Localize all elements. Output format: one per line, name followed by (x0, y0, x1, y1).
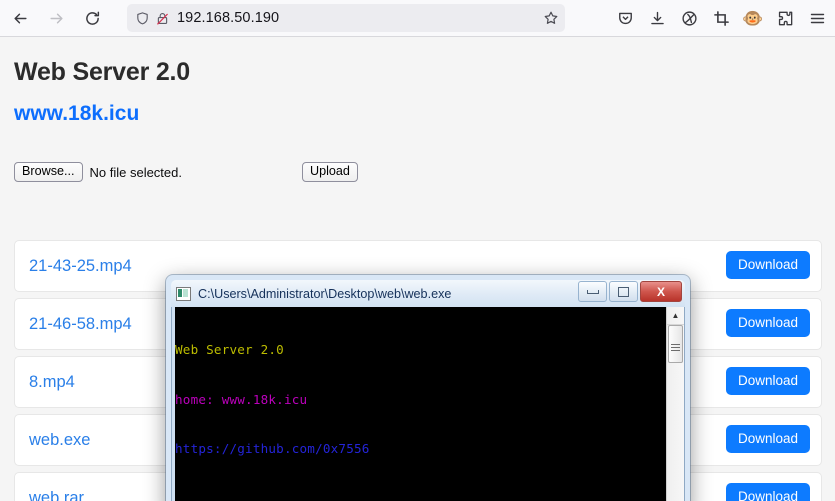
back-button[interactable] (4, 2, 36, 34)
monkey-glyph: 🐵 (742, 9, 764, 28)
upload-button[interactable]: Upload (302, 161, 358, 183)
browse-button[interactable]: Browse... (14, 161, 83, 183)
console-line: Web Server 2.0 (175, 342, 284, 357)
monkey-avatar-icon[interactable]: 🐵 (737, 3, 769, 35)
close-button[interactable]: X (640, 281, 682, 302)
console-body[interactable]: Web Server 2.0 home: www.18k.icu https:/… (171, 307, 685, 501)
page-title: Web Server 2.0 (14, 58, 191, 86)
download-button[interactable]: Download (725, 483, 810, 501)
pocket-icon[interactable] (609, 3, 641, 35)
console-line: home: www.18k.icu (175, 391, 308, 407)
toolbar-icons: 🐵 (609, 0, 833, 37)
maximize-button[interactable] (609, 281, 638, 302)
url-text[interactable]: 192.168.50.190 (177, 10, 543, 26)
extensions-icon[interactable] (769, 3, 801, 35)
forward-button[interactable] (40, 2, 72, 34)
downloads-icon[interactable] (641, 3, 673, 35)
file-link[interactable]: 8.mp4 (29, 373, 75, 392)
shield-icon[interactable] (135, 11, 150, 26)
console-title-bar[interactable]: C:\Users\Administrator\Desktop\web\web.e… (171, 280, 685, 307)
download-button[interactable]: Download (725, 251, 810, 279)
scroll-up-arrow[interactable]: ▲ (667, 307, 684, 325)
file-link[interactable]: web.rar (29, 489, 84, 501)
window-buttons: X (576, 281, 682, 302)
url-bar[interactable]: 192.168.50.190 (127, 4, 565, 32)
file-link[interactable]: web.exe (29, 431, 90, 450)
file-status-label: No file selected. (89, 164, 183, 180)
hamburger-menu-icon[interactable] (801, 3, 833, 35)
console-line: https://github.com/0x7556 (175, 441, 370, 456)
screenshot-crop-icon[interactable] (705, 3, 737, 35)
home-link[interactable]: www.18k.icu (14, 102, 139, 126)
download-button[interactable]: Download (725, 425, 810, 453)
screen: 192.168.50.190 🐵 Web Server 2.0 www.18k.… (0, 0, 835, 501)
reload-button[interactable] (76, 2, 108, 34)
browser-toolbar: 192.168.50.190 🐵 (0, 0, 835, 37)
download-button[interactable]: Download (725, 367, 810, 395)
minimize-button[interactable] (578, 281, 607, 302)
firefox-view-icon[interactable] (673, 3, 705, 35)
download-button[interactable]: Download (725, 309, 810, 337)
console-window[interactable]: C:\Users\Administrator\Desktop\web\web.e… (166, 275, 690, 501)
console-scrollbar[interactable]: ▲ (666, 307, 684, 501)
console-icon (176, 286, 191, 301)
upload-form: Browse... No file selected. Upload (14, 161, 358, 183)
console-title: C:\Users\Administrator\Desktop\web\web.e… (198, 286, 452, 301)
file-link[interactable]: 21-43-25.mp4 (29, 257, 132, 276)
lock-crossed-icon[interactable] (155, 11, 170, 26)
console-output: Web Server 2.0 home: www.18k.icu https:/… (175, 309, 666, 501)
star-icon[interactable] (543, 10, 559, 26)
scrollbar-thumb[interactable] (668, 325, 683, 363)
file-link[interactable]: 21-46-58.mp4 (29, 315, 132, 334)
